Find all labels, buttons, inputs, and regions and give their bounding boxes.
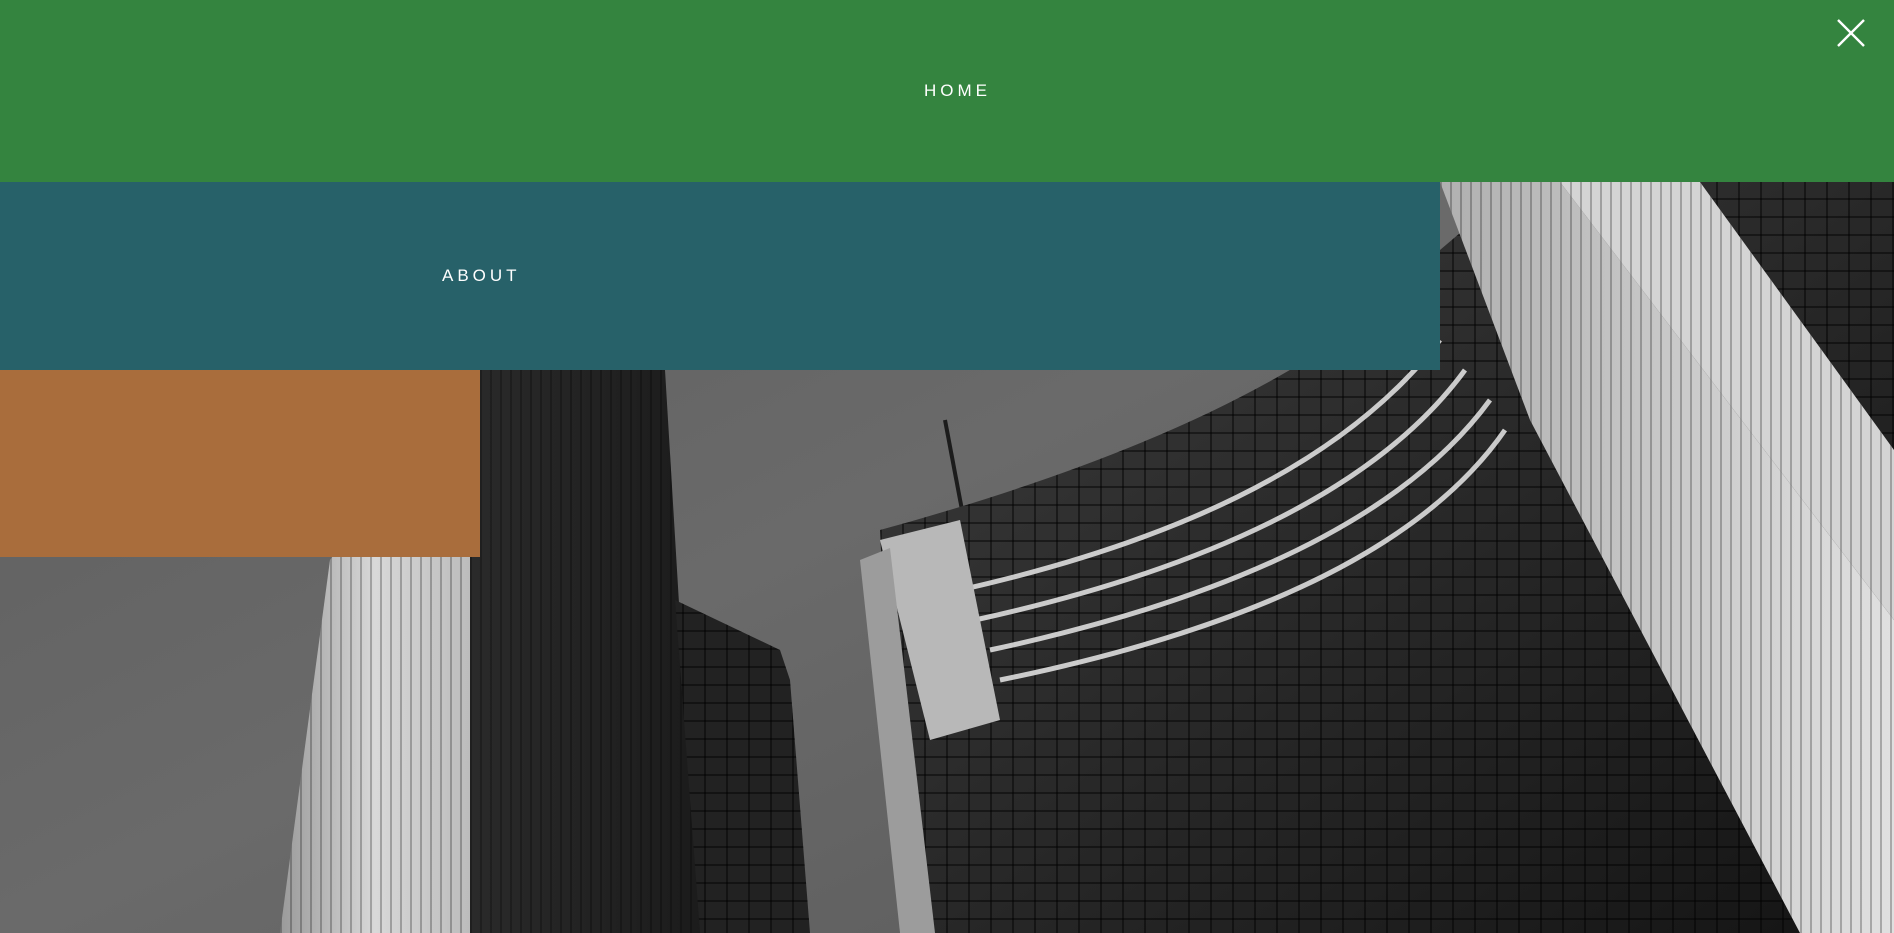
menu-item-about-label: ABOUT [442,266,521,285]
close-menu-button[interactable] [1830,14,1870,54]
menu-item-about[interactable]: ABOUT [0,182,1440,370]
close-icon [1837,19,1865,47]
menu-item-third[interactable] [0,370,480,557]
menu-item-home[interactable]: HOME [0,0,1894,182]
menu-item-home-label: HOME [924,81,991,100]
fullscreen-menu-overlay: HOME ABOUT [0,0,1894,933]
